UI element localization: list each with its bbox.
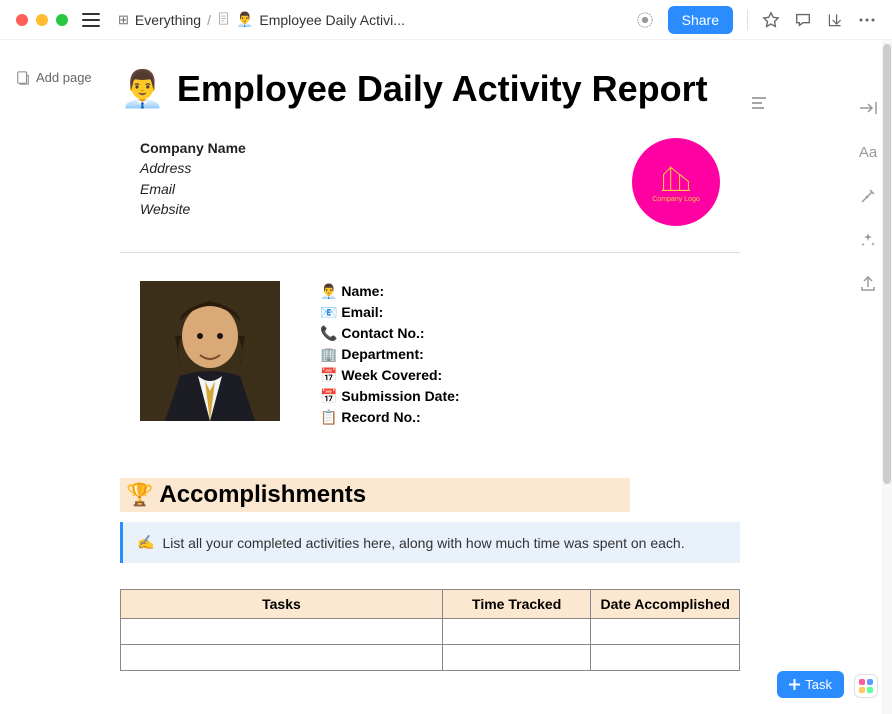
field-week: 📅 Week Covered: bbox=[320, 365, 460, 386]
page-title[interactable]: 👨‍💼 Employee Daily Activity Report bbox=[120, 68, 740, 110]
table-row[interactable] bbox=[121, 645, 740, 671]
company-website: Website bbox=[140, 199, 246, 219]
task-button-label: Task bbox=[805, 677, 832, 692]
employee-section: 👨‍💼 Name: 📧 Email: 📞 Contact No.: 🏢 Depa… bbox=[120, 281, 740, 428]
company-info-block[interactable]: Company Name Address Email Website bbox=[140, 138, 246, 219]
download-icon[interactable] bbox=[826, 11, 844, 29]
breadcrumb-emoji: 👨‍💼 bbox=[236, 11, 253, 28]
document-content[interactable]: 👨‍💼 Employee Daily Activity Report Compa… bbox=[110, 40, 844, 714]
magic-wand-icon[interactable] bbox=[858, 186, 878, 206]
col-tasks: Tasks bbox=[121, 590, 443, 619]
share-button[interactable]: Share bbox=[668, 6, 733, 34]
tasks-table[interactable]: Tasks Time Tracked Date Accomplished bbox=[120, 589, 740, 671]
new-task-button[interactable]: Task bbox=[777, 671, 844, 698]
header-actions: Share bbox=[636, 6, 876, 34]
target-icon[interactable] bbox=[636, 11, 654, 29]
page-emoji[interactable]: 👨‍💼 bbox=[120, 68, 165, 110]
font-icon[interactable]: Aa bbox=[858, 142, 878, 162]
plus-icon bbox=[789, 679, 800, 690]
grid-icon: ⊞ bbox=[118, 12, 129, 28]
scrollbar-thumb[interactable] bbox=[883, 44, 891, 484]
table-header-row: Tasks Time Tracked Date Accomplished bbox=[121, 590, 740, 619]
comment-icon[interactable] bbox=[794, 11, 812, 29]
toc-icon[interactable] bbox=[752, 96, 768, 115]
company-logo[interactable]: Company Logo bbox=[632, 138, 720, 226]
scrollbar[interactable] bbox=[882, 40, 892, 714]
maximize-window-button[interactable] bbox=[56, 14, 68, 26]
breadcrumb-separator: / bbox=[207, 12, 211, 28]
breadcrumb-root[interactable]: Everything bbox=[135, 12, 201, 28]
field-email: 📧 Email: bbox=[320, 302, 460, 323]
employee-photo[interactable] bbox=[140, 281, 280, 421]
field-record: 📋 Record No.: bbox=[320, 407, 460, 428]
field-contact: 📞 Contact No.: bbox=[320, 323, 460, 344]
accomplishments-note-text: List all your completed activities here,… bbox=[162, 535, 684, 551]
titlebar: ⊞ Everything / 👨‍💼 Employee Daily Activi… bbox=[0, 0, 892, 40]
star-icon[interactable] bbox=[762, 11, 780, 29]
col-time: Time Tracked bbox=[442, 590, 591, 619]
field-name: 👨‍💼 Name: bbox=[320, 281, 460, 302]
sparkle-icon[interactable] bbox=[858, 230, 878, 250]
more-icon[interactable] bbox=[858, 11, 876, 29]
accomplishments-callout[interactable]: ✍️ List all your completed activities he… bbox=[120, 522, 740, 563]
document-icon bbox=[217, 12, 230, 28]
breadcrumb: ⊞ Everything / 👨‍💼 Employee Daily Activi… bbox=[118, 11, 636, 28]
company-email: Email bbox=[140, 179, 246, 199]
building-icon bbox=[658, 162, 694, 194]
employee-fields[interactable]: 👨‍💼 Name: 📧 Email: 📞 Contact No.: 🏢 Depa… bbox=[320, 281, 460, 428]
divider bbox=[120, 252, 740, 253]
breadcrumb-current[interactable]: Employee Daily Activi... bbox=[259, 12, 405, 28]
company-section: Company Name Address Email Website Compa… bbox=[120, 138, 740, 246]
accomplishments-title: Accomplishments bbox=[159, 481, 366, 509]
export-icon[interactable] bbox=[858, 274, 878, 294]
left-sidebar: Add page bbox=[0, 40, 110, 714]
close-window-button[interactable] bbox=[16, 14, 28, 26]
trophy-icon: 🏆 bbox=[126, 482, 153, 508]
field-department: 🏢 Department: bbox=[320, 344, 460, 365]
minimize-window-button[interactable] bbox=[36, 14, 48, 26]
collapse-icon[interactable] bbox=[858, 98, 878, 118]
apps-button[interactable] bbox=[854, 674, 878, 698]
add-page-label: Add page bbox=[36, 70, 92, 85]
table-row[interactable] bbox=[121, 619, 740, 645]
field-submission: 📅 Submission Date: bbox=[320, 386, 460, 407]
page-title-text: Employee Daily Activity Report bbox=[177, 68, 708, 110]
col-date: Date Accomplished bbox=[591, 590, 740, 619]
accomplishments-heading[interactable]: 🏆 Accomplishments bbox=[120, 478, 630, 512]
logo-text: Company Logo bbox=[652, 196, 699, 203]
writing-icon: ✍️ bbox=[137, 534, 154, 551]
company-name: Company Name bbox=[140, 138, 246, 158]
add-page-icon bbox=[16, 71, 30, 85]
window-controls bbox=[16, 14, 68, 26]
company-address: Address bbox=[140, 158, 246, 178]
sidebar-toggle-icon[interactable] bbox=[82, 13, 100, 27]
divider bbox=[747, 10, 748, 30]
add-page-button[interactable]: Add page bbox=[16, 70, 110, 85]
